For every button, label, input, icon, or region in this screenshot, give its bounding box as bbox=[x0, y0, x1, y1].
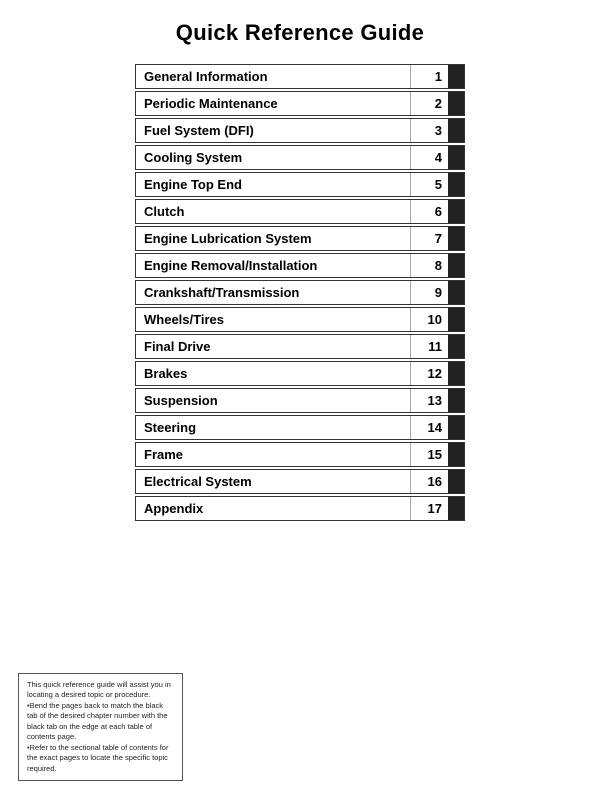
row-tab bbox=[448, 227, 464, 250]
row-number: 12 bbox=[410, 362, 448, 385]
row-label: Cooling System bbox=[136, 146, 410, 169]
row-label: Clutch bbox=[136, 200, 410, 223]
row-number: 3 bbox=[410, 119, 448, 142]
row-tab bbox=[448, 281, 464, 304]
row-tab bbox=[448, 65, 464, 88]
row-number: 7 bbox=[410, 227, 448, 250]
row-number: 14 bbox=[410, 416, 448, 439]
reference-table: General Information 1 Periodic Maintenan… bbox=[135, 64, 465, 521]
row-number: 15 bbox=[410, 443, 448, 466]
row-number: 8 bbox=[410, 254, 448, 277]
table-row: Engine Lubrication System 7 bbox=[135, 226, 465, 251]
table-row: Wheels/Tires 10 bbox=[135, 307, 465, 332]
row-number: 10 bbox=[410, 308, 448, 331]
row-number: 2 bbox=[410, 92, 448, 115]
row-number: 9 bbox=[410, 281, 448, 304]
row-number: 6 bbox=[410, 200, 448, 223]
row-label: Brakes bbox=[136, 362, 410, 385]
row-label: Engine Removal/Installation bbox=[136, 254, 410, 277]
row-tab bbox=[448, 200, 464, 223]
table-row: Fuel System (DFI) 3 bbox=[135, 118, 465, 143]
row-label: General Information bbox=[136, 65, 410, 88]
table-row: Appendix 17 bbox=[135, 496, 465, 521]
row-label: Suspension bbox=[136, 389, 410, 412]
note-box: This quick reference guide will assist y… bbox=[18, 673, 183, 782]
page: Quick Reference Guide General Informatio… bbox=[0, 0, 600, 799]
table-row: Engine Top End 5 bbox=[135, 172, 465, 197]
note-text: This quick reference guide will assist y… bbox=[27, 680, 171, 773]
table-row: Cooling System 4 bbox=[135, 145, 465, 170]
row-tab bbox=[448, 335, 464, 358]
row-tab bbox=[448, 173, 464, 196]
row-label: Final Drive bbox=[136, 335, 410, 358]
row-number: 16 bbox=[410, 470, 448, 493]
table-row: Clutch 6 bbox=[135, 199, 465, 224]
table-row: Engine Removal/Installation 8 bbox=[135, 253, 465, 278]
row-tab bbox=[448, 362, 464, 385]
table-row: Crankshaft/Transmission 9 bbox=[135, 280, 465, 305]
table-row: Periodic Maintenance 2 bbox=[135, 91, 465, 116]
table-row: General Information 1 bbox=[135, 64, 465, 89]
table-row: Electrical System 16 bbox=[135, 469, 465, 494]
row-tab bbox=[448, 92, 464, 115]
row-label: Electrical System bbox=[136, 470, 410, 493]
table-row: Suspension 13 bbox=[135, 388, 465, 413]
row-number: 4 bbox=[410, 146, 448, 169]
page-title: Quick Reference Guide bbox=[0, 20, 600, 46]
row-label: Periodic Maintenance bbox=[136, 92, 410, 115]
row-tab bbox=[448, 389, 464, 412]
row-label: Fuel System (DFI) bbox=[136, 119, 410, 142]
row-label: Crankshaft/Transmission bbox=[136, 281, 410, 304]
row-tab bbox=[448, 119, 464, 142]
row-tab bbox=[448, 254, 464, 277]
row-label: Engine Lubrication System bbox=[136, 227, 410, 250]
row-tab bbox=[448, 497, 464, 520]
row-label: Wheels/Tires bbox=[136, 308, 410, 331]
row-tab bbox=[448, 308, 464, 331]
row-tab bbox=[448, 146, 464, 169]
row-label: Frame bbox=[136, 443, 410, 466]
row-tab bbox=[448, 416, 464, 439]
table-row: Frame 15 bbox=[135, 442, 465, 467]
row-tab bbox=[448, 470, 464, 493]
table-row: Final Drive 11 bbox=[135, 334, 465, 359]
table-row: Steering 14 bbox=[135, 415, 465, 440]
row-number: 13 bbox=[410, 389, 448, 412]
row-number: 17 bbox=[410, 497, 448, 520]
row-number: 11 bbox=[410, 335, 448, 358]
table-row: Brakes 12 bbox=[135, 361, 465, 386]
row-label: Appendix bbox=[136, 497, 410, 520]
row-tab bbox=[448, 443, 464, 466]
row-label: Engine Top End bbox=[136, 173, 410, 196]
row-number: 5 bbox=[410, 173, 448, 196]
row-number: 1 bbox=[410, 65, 448, 88]
row-label: Steering bbox=[136, 416, 410, 439]
